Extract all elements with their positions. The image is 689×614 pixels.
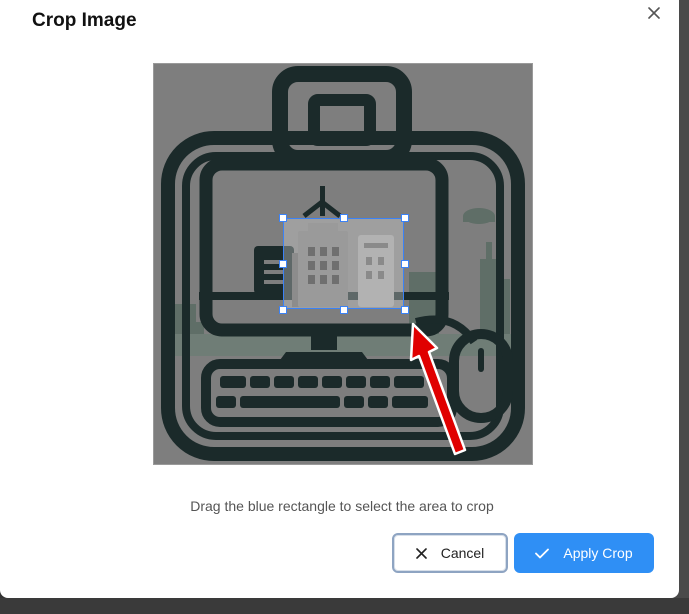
crop-handle-top-left[interactable] (279, 214, 287, 222)
crop-handle-bottom-left[interactable] (279, 306, 287, 314)
crop-handle-bottom-right[interactable] (401, 306, 409, 314)
crop-instructions: Drag the blue rectangle to select the ar… (190, 498, 494, 514)
crop-selection-rectangle[interactable] (279, 214, 409, 314)
crop-image-dialog: Crop Image Drag the blue rectangle to se… (0, 0, 679, 598)
crop-handle-top-right[interactable] (401, 214, 409, 222)
cancel-button[interactable]: Cancel (392, 533, 508, 573)
crop-handle-top[interactable] (340, 214, 348, 222)
apply-crop-button-label: Apply Crop (563, 545, 633, 561)
cancel-button-label: Cancel (440, 545, 485, 561)
check-icon (535, 548, 550, 558)
background-page-bottom (0, 598, 689, 614)
apply-crop-button[interactable]: Apply Crop (514, 533, 654, 573)
crop-handle-left[interactable] (279, 260, 287, 268)
crop-handle-bottom[interactable] (340, 306, 348, 314)
annotation-arrow (409, 322, 467, 456)
close-button[interactable] (644, 3, 664, 23)
dialog-title: Crop Image (32, 10, 137, 31)
cropped-building-preview (292, 223, 394, 307)
crop-handle-right[interactable] (401, 260, 409, 268)
close-icon (648, 7, 660, 19)
x-icon (415, 547, 427, 559)
